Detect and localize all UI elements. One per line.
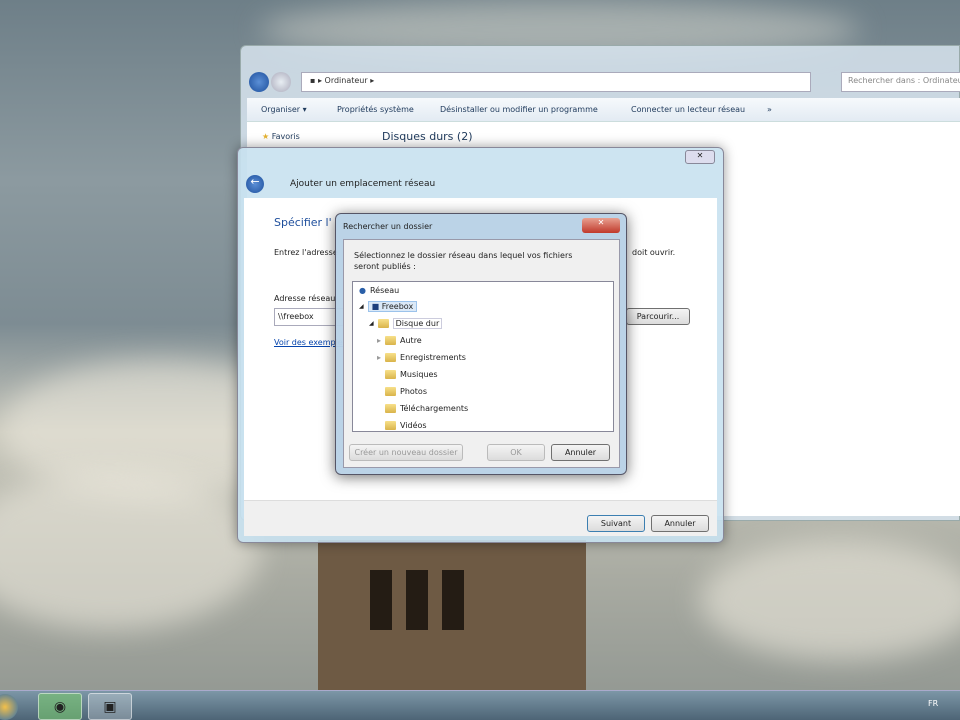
dialog-title: Rechercher un dossier (343, 222, 433, 231)
folder-icon (385, 386, 396, 396)
breadcrumb: Ordinateur (324, 76, 368, 85)
expand-arrow-icon: ◢ (369, 319, 374, 327)
instruction-text-end: doit ouvrir. (632, 248, 676, 257)
system-properties-button[interactable]: Propriétés système (337, 105, 414, 114)
tree-label: Photos (400, 386, 427, 396)
folder-icon (385, 369, 396, 379)
browse-button[interactable]: Parcourir... (626, 308, 690, 325)
search-input[interactable]: Rechercher dans : Ordinateur (841, 72, 960, 92)
tree-item-folder[interactable]: Téléchargements (385, 401, 468, 415)
ok-button[interactable]: OK (487, 444, 545, 461)
map-network-drive-button[interactable]: Connecter un lecteur réseau (631, 105, 745, 114)
instruction-text: Entrez l'adresse (274, 248, 338, 257)
section-header[interactable]: Disques durs (2) (382, 130, 473, 143)
folder-tree[interactable]: ● Réseau ◢ ■ Freebox ◢ Disque dur ▸ Autre ▸ E… (352, 281, 614, 432)
wizard-heading: Spécifier l' (274, 216, 332, 229)
taskbar-app-network[interactable]: ◉ (38, 693, 82, 720)
tree-item-folder[interactable]: Photos (385, 384, 427, 398)
cancel-button[interactable]: Annuler (551, 444, 610, 461)
folder-icon (385, 352, 397, 362)
explorer-app-icon: ▣ (103, 698, 117, 715)
tree-label: Vidéos (400, 420, 427, 430)
expand-arrow-icon: ▸ (377, 335, 382, 345)
tree-label: Freebox (381, 301, 414, 311)
dialog-description: Sélectionnez le dossier réseau dans lequ… (354, 251, 573, 271)
close-button[interactable]: ✕ (685, 150, 715, 164)
tree-label: Musiques (400, 369, 438, 379)
tree-item-folder[interactable]: Vidéos (385, 418, 427, 432)
network-icon: ● (359, 285, 366, 295)
close-button[interactable]: ✕ (582, 218, 620, 233)
taskbar-app-explorer[interactable]: ▣ (88, 693, 132, 720)
favorites-label: Favoris (271, 132, 300, 141)
tree-label: Réseau (369, 285, 400, 295)
tree-item-folder[interactable]: Musiques (385, 367, 438, 381)
uninstall-program-button[interactable]: Désinstaller ou modifier un programme (440, 105, 598, 114)
tree-item-folder[interactable]: ▸ Enregistrements (377, 350, 466, 364)
computer-icon: ■ (371, 301, 380, 311)
tree-item-network[interactable]: ● Réseau (359, 283, 399, 297)
tree-label: Disque dur (392, 317, 443, 329)
tree-label: Autre (400, 335, 422, 345)
computer-icon: ▪ ▸ (310, 76, 325, 85)
drive-icon (377, 318, 389, 328)
expand-arrow-icon: ▸ (377, 352, 382, 362)
new-folder-button[interactable]: Créer un nouveau dossier (349, 444, 463, 461)
more-button[interactable]: » (767, 105, 772, 114)
next-button[interactable]: Suivant (587, 515, 645, 532)
language-indicator[interactable]: FR (928, 699, 938, 708)
back-arrow-icon[interactable]: ← (246, 175, 264, 193)
address-label: Adresse réseau (274, 294, 336, 303)
address-bar[interactable]: ▪ ▸ Ordinateur ▸ (301, 72, 811, 92)
expand-arrow-icon: ◢ (359, 302, 364, 310)
tree-item-freebox[interactable]: ◢ ■ Freebox (359, 299, 418, 313)
network-app-icon: ◉ (53, 698, 67, 715)
folder-icon (385, 335, 397, 345)
tree-label: Téléchargements (400, 403, 469, 413)
wizard-title: Ajouter un emplacement réseau (290, 179, 436, 189)
back-button[interactable] (249, 72, 269, 92)
tree-item-drive[interactable]: ◢ Disque dur (369, 316, 443, 330)
forward-button[interactable] (271, 72, 291, 92)
start-button[interactable] (0, 694, 18, 720)
folder-icon (385, 420, 396, 430)
toolbar: Organiser ▾ Propriétés système Désinstal… (247, 98, 960, 122)
tree-label: Enregistrements (400, 352, 466, 362)
organize-menu[interactable]: Organiser ▾ (261, 105, 307, 114)
tree-item-folder[interactable]: ▸ Autre (377, 333, 422, 347)
browse-folder-dialog: Rechercher un dossier ✕ Sélectionnez le … (335, 213, 627, 475)
taskbar: ◉ ▣ FR (0, 690, 960, 720)
star-icon: ★ (262, 132, 270, 141)
tower-background (318, 540, 586, 690)
folder-icon (385, 403, 396, 413)
favorites-item[interactable]: ★ Favoris (262, 132, 300, 141)
cancel-button[interactable]: Annuler (651, 515, 709, 532)
